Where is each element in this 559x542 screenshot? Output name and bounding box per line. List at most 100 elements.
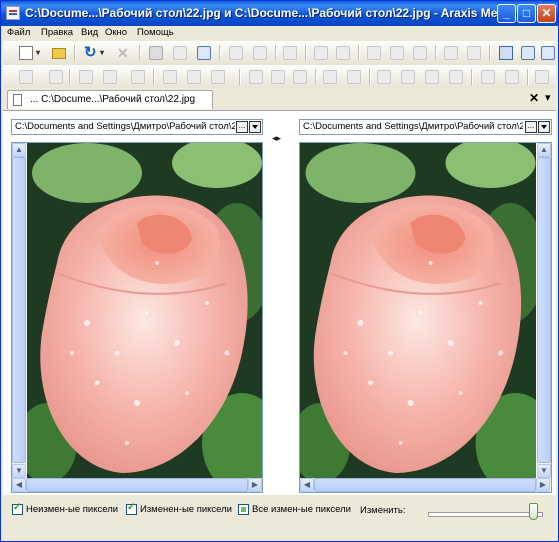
change-threshold-label: Изменить:	[360, 505, 406, 516]
tools-icon[interactable]	[535, 70, 549, 84]
menu-help[interactable]: Помощь	[137, 27, 174, 38]
bookmark-up-icon[interactable]	[323, 70, 337, 84]
minimize-button[interactable]: _	[497, 4, 516, 23]
previous-change-icon[interactable]	[229, 46, 243, 60]
left-path-field[interactable]: C:\Documents and Settings\Дмитро\Рабочий…	[11, 119, 263, 135]
insert-icon[interactable]	[249, 70, 263, 84]
scroll-thumb[interactable]	[537, 157, 551, 463]
swap-panes-icon[interactable]: ◂▸	[272, 133, 281, 144]
cut-icon[interactable]	[367, 46, 381, 60]
copy-icon[interactable]	[390, 46, 404, 60]
mark-down-icon[interactable]	[449, 70, 463, 84]
right-image	[300, 143, 536, 478]
open-folder-icon[interactable]	[52, 48, 66, 59]
document-icon[interactable]	[173, 46, 187, 60]
toolbar-separator	[153, 69, 155, 85]
toolbar-separator	[275, 45, 277, 61]
copy-left-icon[interactable]	[163, 70, 177, 84]
close-tab-icon[interactable]: ✕	[529, 91, 539, 105]
app-icon[interactable]	[6, 6, 20, 20]
refresh-icon[interactable]: ↻	[84, 45, 98, 60]
scroll-left-icon[interactable]: ◀	[12, 478, 26, 492]
layout-icon[interactable]	[541, 46, 555, 60]
mark-icon[interactable]	[377, 70, 391, 84]
right-browse-button[interactable]: ...	[525, 121, 537, 133]
replace-icon[interactable]	[293, 70, 307, 84]
right-dropdown-icon[interactable]	[538, 121, 550, 133]
change-threshold-slider-thumb[interactable]	[529, 503, 538, 520]
right-path-field[interactable]: C:\Documents and Settings\Дмитро\Рабочий…	[299, 119, 552, 135]
menu-window[interactable]: Окно	[105, 27, 127, 38]
new-file-icon[interactable]	[19, 46, 33, 60]
toolbar-separator	[369, 69, 371, 85]
merge-toolbar	[3, 65, 556, 90]
title-bar[interactable]: C:\Docume...\Рабочий стол\22.jpg и C:\Do…	[1, 1, 558, 26]
save-icon[interactable]	[314, 46, 328, 60]
scroll-thumb[interactable]	[12, 157, 26, 463]
scroll-up-icon[interactable]: ▲	[537, 143, 551, 157]
toolbar-separator	[74, 45, 76, 61]
merge-options-icon[interactable]	[19, 70, 33, 84]
scroll-down-icon[interactable]: ▼	[537, 464, 551, 478]
undo-icon[interactable]	[444, 46, 458, 60]
document-tab[interactable]: ... C:\Docume...\Рабочий стол\22.jpg	[7, 90, 213, 109]
pencil-icon[interactable]	[103, 70, 117, 84]
maximize-button[interactable]: □	[517, 4, 536, 23]
scroll-thumb[interactable]	[314, 478, 536, 492]
insert-after-icon[interactable]	[271, 70, 285, 84]
sum-report-icon[interactable]	[149, 46, 163, 60]
pen-down-icon[interactable]	[505, 70, 519, 84]
all-changed-pixels-label: Все измен-ые пиксели	[252, 504, 351, 515]
pen-up-icon[interactable]	[481, 70, 495, 84]
close-button[interactable]: ✕	[537, 4, 556, 23]
right-image-pane[interactable]: ▲ ▼ ◀ ▶	[299, 142, 552, 493]
delete-icon[interactable]	[131, 70, 145, 84]
options-icon[interactable]	[197, 46, 211, 60]
chevron-down-icon[interactable]: ▾	[36, 46, 50, 60]
save-all-icon[interactable]	[336, 46, 350, 60]
redo-icon[interactable]	[467, 46, 481, 60]
brush-icon[interactable]	[401, 70, 415, 84]
tab-menu-icon[interactable]: ▾	[545, 91, 551, 104]
copy-right-icon[interactable]	[187, 70, 201, 84]
left-horizontal-scrollbar[interactable]: ◀ ▶	[12, 478, 262, 492]
paste-icon[interactable]	[413, 46, 427, 60]
change-threshold-slider-track[interactable]	[428, 512, 543, 517]
toolbar-separator	[239, 69, 241, 85]
toolbar-separator	[471, 69, 473, 85]
mark-up-icon[interactable]	[425, 70, 439, 84]
unchanged-pixels-checkbox[interactable]	[12, 502, 23, 515]
toolbar-separator	[358, 45, 360, 61]
chevron-down-icon[interactable]: ▾	[100, 46, 114, 60]
merge-grid-icon[interactable]	[49, 70, 63, 84]
bookmark-down-icon[interactable]	[347, 70, 361, 84]
two-way-compare-icon[interactable]	[499, 46, 513, 60]
all-changed-pixels-checkbox[interactable]	[238, 504, 249, 515]
scroll-up-icon[interactable]: ▲	[12, 143, 26, 157]
scroll-right-icon[interactable]: ▶	[248, 478, 262, 492]
three-way-compare-icon[interactable]	[521, 46, 535, 60]
scroll-right-icon[interactable]: ▶	[536, 478, 550, 492]
left-dropdown-icon[interactable]	[249, 121, 261, 133]
left-browse-button[interactable]: ...	[236, 121, 248, 133]
menu-edit[interactable]: Правка	[41, 27, 73, 38]
scroll-down-icon[interactable]: ▼	[12, 464, 26, 478]
right-vertical-scrollbar[interactable]: ▲ ▼	[537, 143, 551, 478]
main-toolbar: ▾ ↻ ▾ ✕	[3, 41, 556, 66]
scroll-thumb[interactable]	[26, 478, 248, 492]
next-change-icon[interactable]	[253, 46, 267, 60]
comparison-area: C:\Documents and Settings\Дмитро\Рабочий…	[3, 110, 556, 496]
menu-view[interactable]: Вид	[81, 27, 98, 38]
page-icon[interactable]	[283, 46, 297, 60]
image-document-icon	[13, 94, 22, 106]
edit-icon[interactable]	[79, 70, 93, 84]
right-horizontal-scrollbar[interactable]: ◀ ▶	[300, 478, 551, 492]
left-vertical-scrollbar[interactable]: ▲ ▼	[12, 143, 26, 478]
copy-block-icon[interactable]	[211, 70, 225, 84]
cancel-icon[interactable]: ✕	[117, 46, 131, 60]
toolbar-separator	[69, 69, 71, 85]
left-image-pane[interactable]: ▲ ▼ ◀ ▶	[11, 142, 263, 493]
changed-pixels-checkbox[interactable]	[126, 502, 137, 515]
scroll-left-icon[interactable]: ◀	[300, 478, 314, 492]
menu-file[interactable]: Файл	[7, 27, 30, 38]
